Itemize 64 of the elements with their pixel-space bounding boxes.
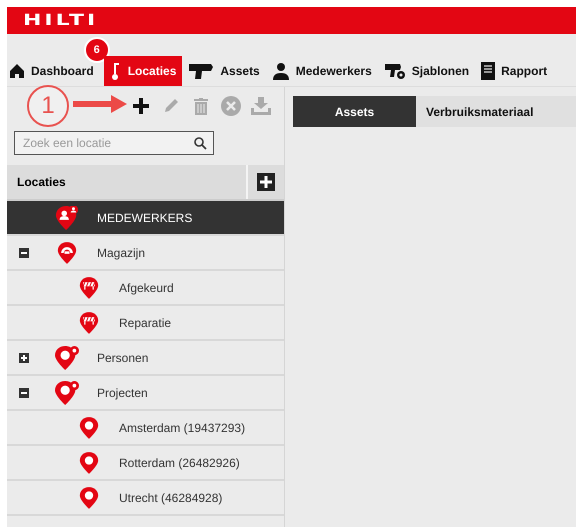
tree-item-label: Magazijn [97, 246, 146, 260]
collapse-icon[interactable] [19, 388, 29, 398]
tree-item[interactable]: MEDEWERKERS [7, 201, 284, 236]
tree-item[interactable]: Reparatie [7, 306, 284, 341]
nav-tab[interactable]: Medewerkers [270, 56, 378, 86]
tree-item-label: Rotterdam (26482926) [119, 456, 240, 470]
tree-item-label: Reparatie [119, 316, 172, 330]
content-tab[interactable]: Assets [293, 96, 416, 127]
tree-item[interactable]: Utrecht (46284928) [7, 481, 284, 516]
cancel-icon [221, 96, 241, 116]
trash-icon [194, 98, 208, 114]
step-marker: 1 [27, 85, 69, 127]
tree-item[interactable]: Afgekeurd [7, 271, 284, 306]
plus-icon [133, 98, 149, 114]
logo: HILTI [23, 12, 98, 30]
nav-tab[interactable]: Sjablonen [382, 56, 476, 86]
tree-item-label: Projecten [97, 386, 148, 400]
pin-group-icon [54, 346, 80, 370]
tree-item-label: Utrecht (46284928) [119, 490, 222, 504]
tree-item[interactable]: Projecten [7, 376, 284, 411]
people-pin-icon [54, 206, 80, 230]
search-input[interactable]: Zoek een locatie [21, 135, 194, 151]
add-location-icon[interactable] [257, 173, 275, 191]
home-icon [9, 63, 25, 79]
tree-item-label: Afgekeurd [119, 280, 174, 294]
drill-gear-icon [384, 62, 406, 80]
warehouse-pin-icon [57, 240, 77, 264]
tree-item[interactable]: Amsterdam (19437293) [7, 411, 284, 446]
collapse-icon[interactable] [19, 248, 29, 258]
pin-icon [79, 450, 99, 474]
nav-tab-label: Rapport [501, 64, 548, 78]
nav-tab-label: Assets [220, 64, 260, 78]
tree-item[interactable]: Personen [7, 341, 284, 376]
search-icon [194, 136, 207, 150]
nav-tab[interactable]: Rapport [479, 56, 554, 86]
search-field[interactable]: Zoek een locatie [14, 131, 214, 155]
nav-tab-label: Sjablonen [412, 64, 470, 78]
expand-icon[interactable] [19, 352, 29, 362]
pin-group-icon [54, 380, 80, 404]
barrier-pin-icon [79, 310, 99, 334]
pin-icon [110, 61, 122, 81]
tree-item-label: Personen [97, 350, 148, 364]
add-button[interactable] [131, 96, 151, 116]
nav-tab-label: Locaties [128, 64, 176, 78]
document-icon [481, 62, 496, 80]
nav-tab-label: Dashboard [31, 64, 94, 78]
content-tab[interactable]: Verbruiksmateriaal [416, 96, 544, 127]
pin-icon [79, 416, 99, 440]
pencil-icon [163, 98, 179, 114]
nav-tab-label: Medewerkers [296, 64, 372, 78]
drill-icon [188, 62, 214, 80]
nav-tab[interactable]: Assets [186, 56, 266, 86]
notification-badge: 6 [84, 37, 110, 63]
tree-item-label: MEDEWERKERS [97, 210, 192, 224]
download-icon [251, 97, 271, 115]
tree-item[interactable]: Rotterdam (26482926) [7, 446, 284, 481]
pin-icon [79, 486, 99, 510]
tree-item[interactable]: Magazijn [7, 236, 284, 271]
tree-header-title: Locaties [16, 175, 66, 189]
annotation-arrow [71, 94, 129, 114]
barrier-pin-icon [79, 276, 99, 300]
person-icon [272, 62, 290, 80]
tree-item-label: Amsterdam (19437293) [119, 420, 246, 434]
nav-tab[interactable]: Locaties [104, 56, 182, 86]
